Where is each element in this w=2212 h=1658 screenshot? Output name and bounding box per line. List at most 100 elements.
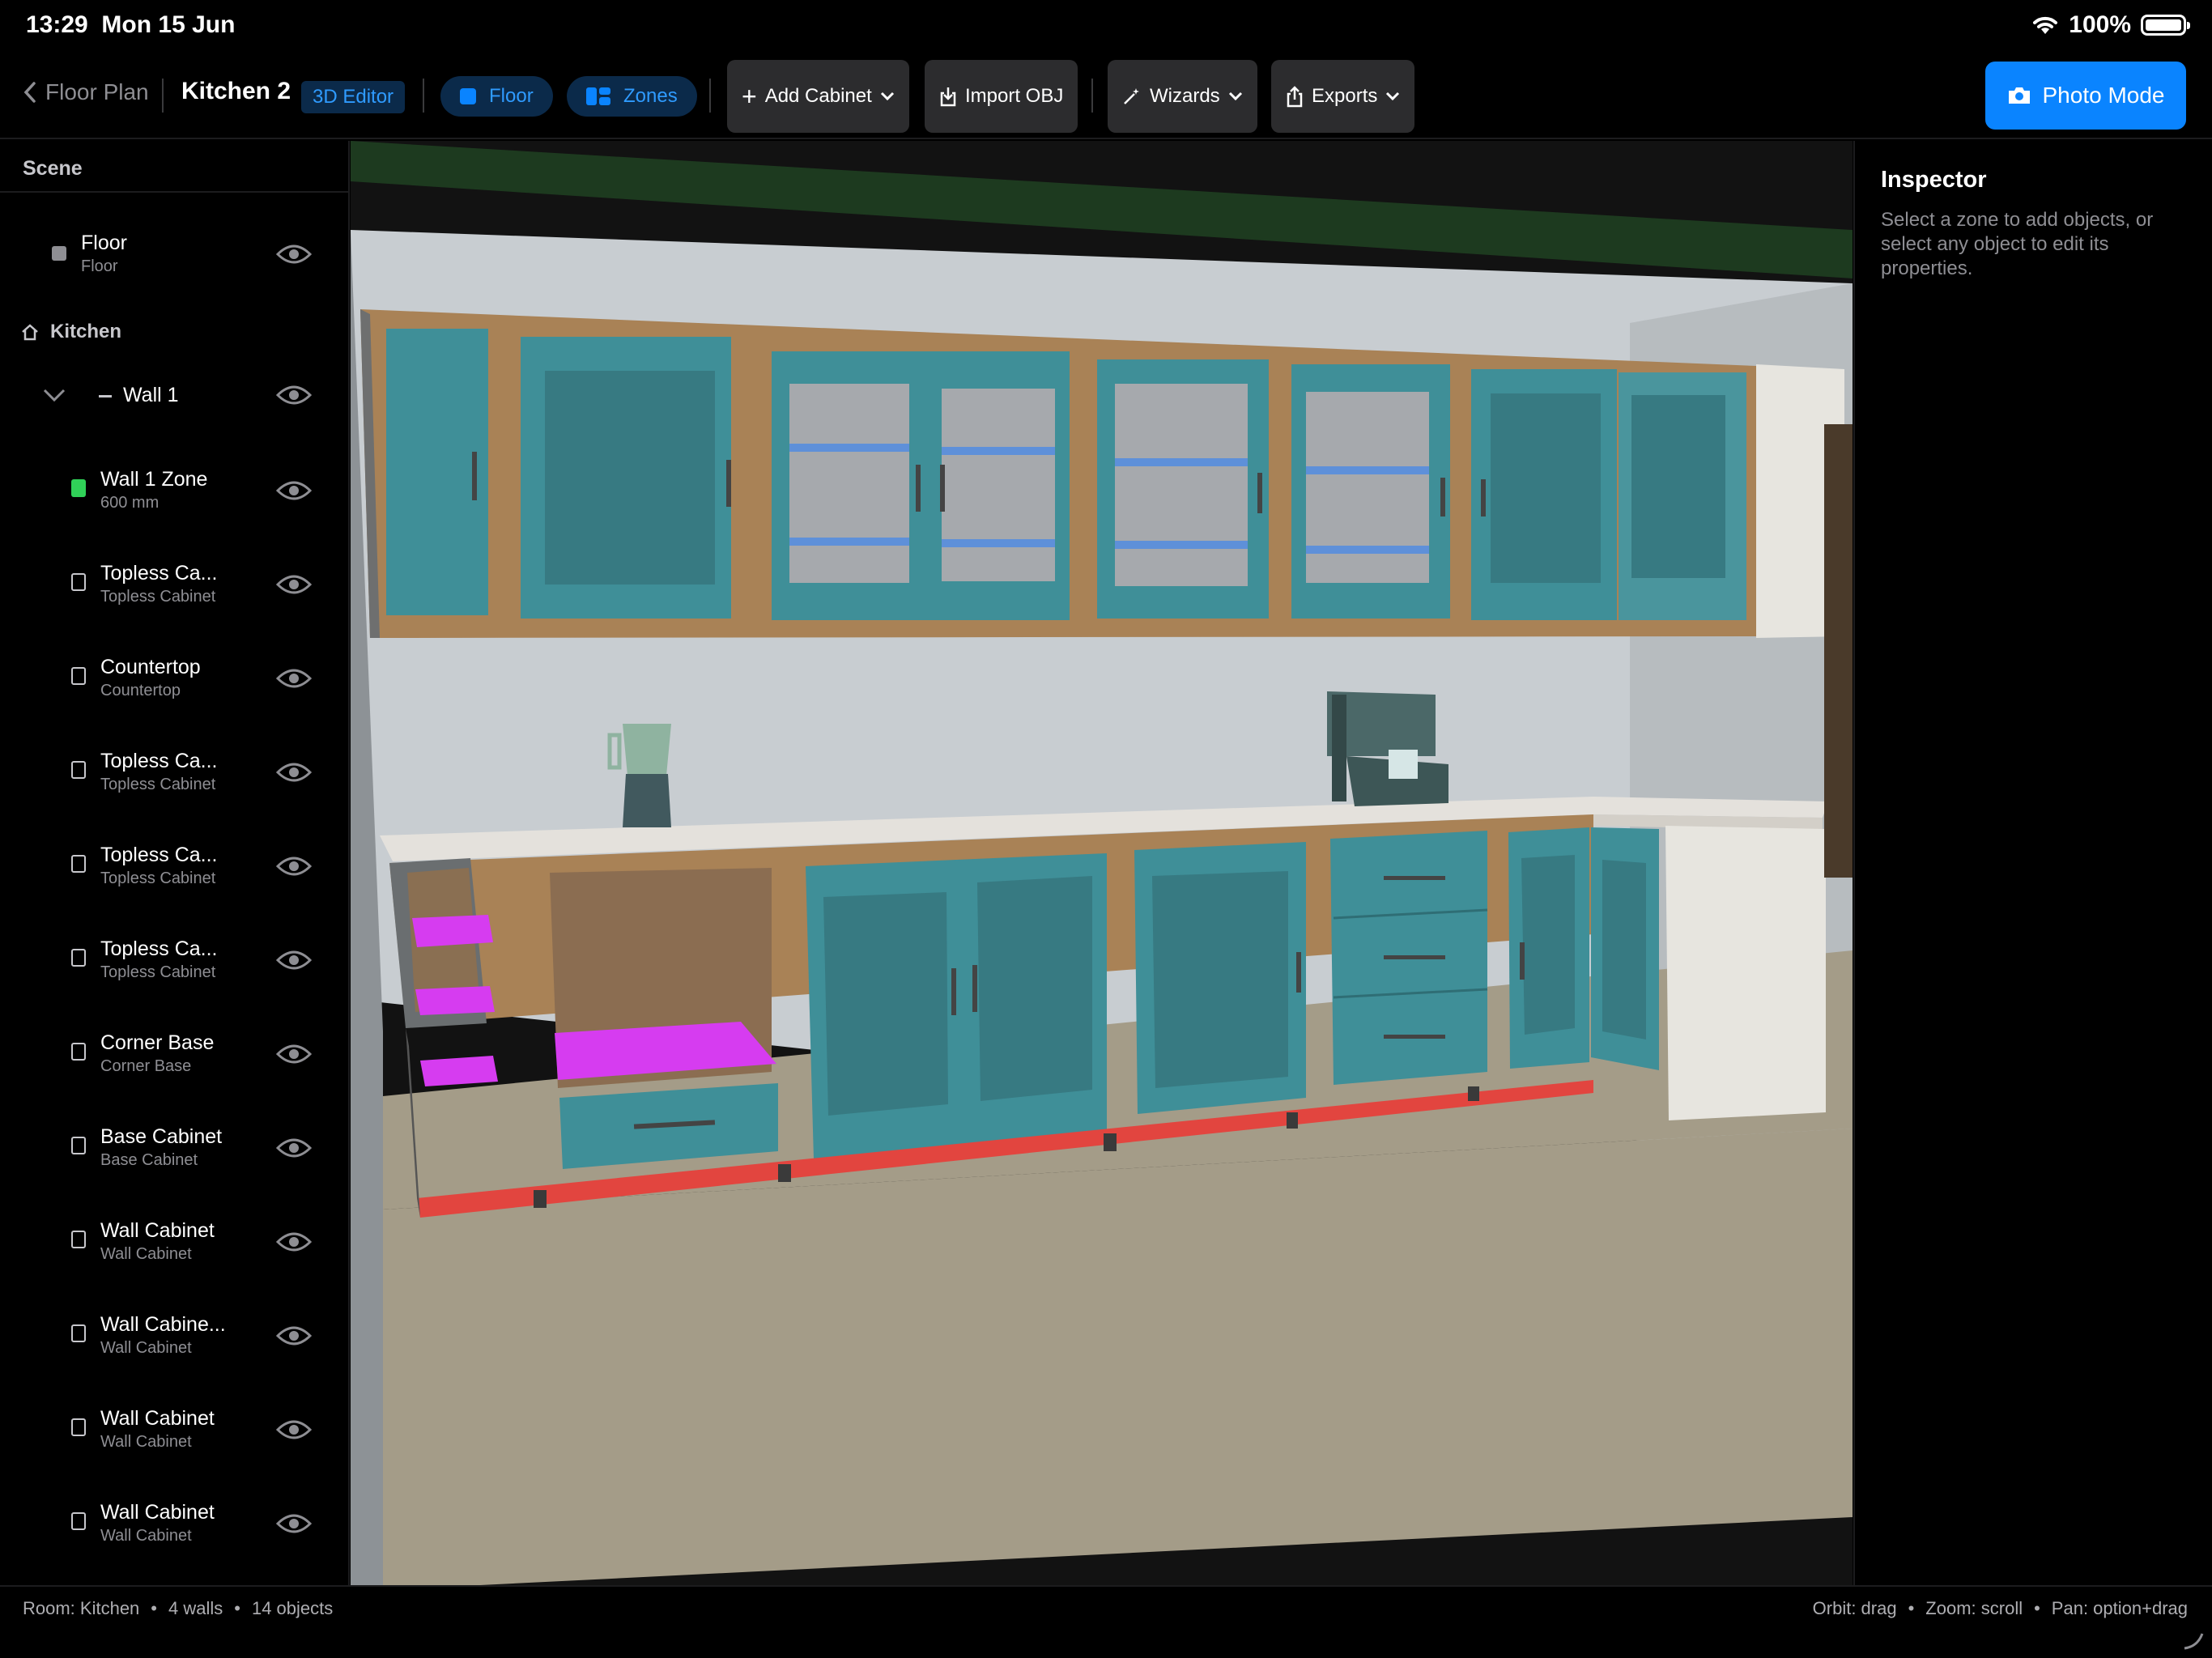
wall-count: 4 walls [168,1598,223,1618]
chevron-down-icon [1228,91,1242,101]
scene-item-name: Floor [81,232,127,254]
eye-icon[interactable] [275,947,313,973]
wizards-button[interactable]: Wizards [1108,60,1257,133]
zones-toggle-label: Zones [623,85,678,107]
wall-cabinet-icon [71,1324,86,1342]
cabinet-icon [71,761,86,779]
scene-item-wall-1[interactable]: Wall 1 [0,355,348,445]
scene-item-name: Topless Ca... [100,750,218,772]
scene-item[interactable]: Topless Ca... Topless Cabinet [0,821,348,912]
status-bar: 13:29 Mon 15 Jun 100% [0,0,2212,52]
cabinet-icon [71,949,86,967]
scene-item[interactable]: Countertop Countertop [0,633,348,724]
wizards-label: Wizards [1150,85,1220,107]
eye-icon[interactable] [275,853,313,879]
add-cabinet-button[interactable]: + Add Cabinet [727,60,909,133]
scene-item-name: Wall 1 [123,384,179,406]
scene-item-sub: Wall Cabinet [100,1433,192,1451]
base-cabinet-icon [71,1137,86,1154]
section-kitchen[interactable]: Kitchen [21,321,121,343]
wifi-icon [2033,16,2058,34]
scene-item[interactable]: Wall Cabinet Wall Cabinet [0,1384,348,1475]
inspector-hint: Select a zone to add objects, or select … [1881,209,2154,279]
kitchen-scene[interactable] [351,141,1853,1585]
divider [162,79,164,113]
scene-item-sub: Base Cabinet [100,1151,198,1169]
scene-sidebar: Scene Floor Floor Kitchen Wall 1 Wall 1 … [0,141,350,1585]
eye-icon[interactable] [275,478,313,504]
floor-toggle[interactable]: Floor [440,76,553,117]
shelf-highlight[interactable] [412,915,493,947]
eye-icon[interactable] [275,382,313,408]
section-kitchen-label: Kitchen [50,321,122,342]
eye-icon[interactable] [275,241,313,267]
scene-item[interactable]: Wall Cabinet Wall Cabinet [0,1197,348,1287]
scene-item[interactable]: Base Cabinet Base Cabinet [0,1103,348,1193]
photo-mode-button[interactable]: Photo Mode [1985,62,2186,130]
eye-icon[interactable] [275,572,313,597]
zones-toggle[interactable]: Zones [567,76,697,117]
eye-icon[interactable] [275,1511,313,1537]
status-indicators: 100% [2031,11,2190,39]
home-icon [22,324,38,341]
3d-viewport[interactable] [351,141,1853,1585]
toolbar: Floor Plan Kitchen 2 3D Editor Floor Zon… [0,52,2212,139]
exports-button[interactable]: Exports [1271,60,1415,133]
room-name: Room: Kitchen [23,1598,140,1618]
scene-item-name: Topless Ca... [100,562,218,585]
corner-base-icon [71,1043,86,1061]
pan-hint: Pan: option+drag [2051,1598,2188,1618]
scene-item-name: Wall 1 Zone [100,468,208,491]
scene-item-sub: Wall Cabinet [100,1339,192,1357]
scene-item-sub: Topless Cabinet [100,869,216,887]
scene-item[interactable]: Corner Base Corner Base [0,1009,348,1099]
scene-item[interactable]: Wall Cabinet Wall Cabinet [0,1478,348,1569]
chevron-left-icon [23,82,36,103]
back-button[interactable]: Floor Plan [23,79,149,105]
eye-icon[interactable] [275,1323,313,1349]
eye-icon[interactable] [275,759,313,785]
scene-item[interactable]: Topless Ca... Topless Cabinet [0,915,348,1005]
exports-label: Exports [1312,85,1378,107]
scene-item-name: Topless Ca... [100,937,218,960]
eye-icon[interactable] [275,1229,313,1255]
scene-item-name: Wall Cabinet [100,1407,215,1430]
scene-item[interactable]: Wall 1 Zone 600 mm [0,445,348,536]
eye-icon[interactable] [275,1135,313,1161]
scene-item-name: Countertop [100,656,201,678]
floor-toggle-label: Floor [489,85,534,107]
status-time: 13:29 Mon 15 Jun [26,11,236,38]
coffee-maker-object[interactable] [1327,691,1448,806]
back-label: Floor Plan [45,79,149,104]
chevron-down-icon [880,91,894,101]
divider [1091,79,1093,113]
shelf-highlight[interactable] [420,1056,498,1086]
scene-item[interactable]: Topless Ca... Topless Cabinet [0,727,348,818]
scene-item-sub: Topless Cabinet [100,776,216,793]
inspector-panel: Inspector Select a zone to add objects, … [1853,141,2212,1585]
import-obj-button[interactable]: Import OBJ [925,60,1078,133]
wall-cabinet-icon [71,1231,86,1248]
zoom-hint: Zoom: scroll [1925,1598,2023,1618]
scene-item[interactable]: Topless Ca... Topless Cabinet [0,539,348,630]
scene-header: Scene [0,141,348,193]
navigation-hints: Orbit: drag • Zoom: scroll • Pan: option+dra… [1812,1598,2188,1618]
scene-item-sub: Corner Base [100,1057,192,1075]
shelf-highlight[interactable] [415,986,495,1015]
battery-icon [2141,15,2190,36]
import-icon [940,87,956,107]
chevron-down-icon[interactable] [42,387,66,403]
eye-icon[interactable] [275,665,313,691]
photo-mode-label: Photo Mode [2042,83,2165,108]
scene-item-name: Wall Cabine... [100,1313,226,1336]
scene-item-floor[interactable]: Floor Floor [0,209,348,300]
cabinet-icon [71,573,86,591]
orbit-hint: Orbit: drag [1812,1598,1897,1618]
floor-square-icon [460,88,476,104]
eye-icon[interactable] [275,1417,313,1443]
chevron-down-icon [1386,91,1400,101]
room-summary: Room: Kitchen • 4 walls • 14 objects [23,1598,334,1618]
eye-icon[interactable] [275,1041,313,1067]
cabinet-icon [71,855,86,873]
scene-item[interactable]: Wall Cabine... Wall Cabinet [0,1290,348,1381]
